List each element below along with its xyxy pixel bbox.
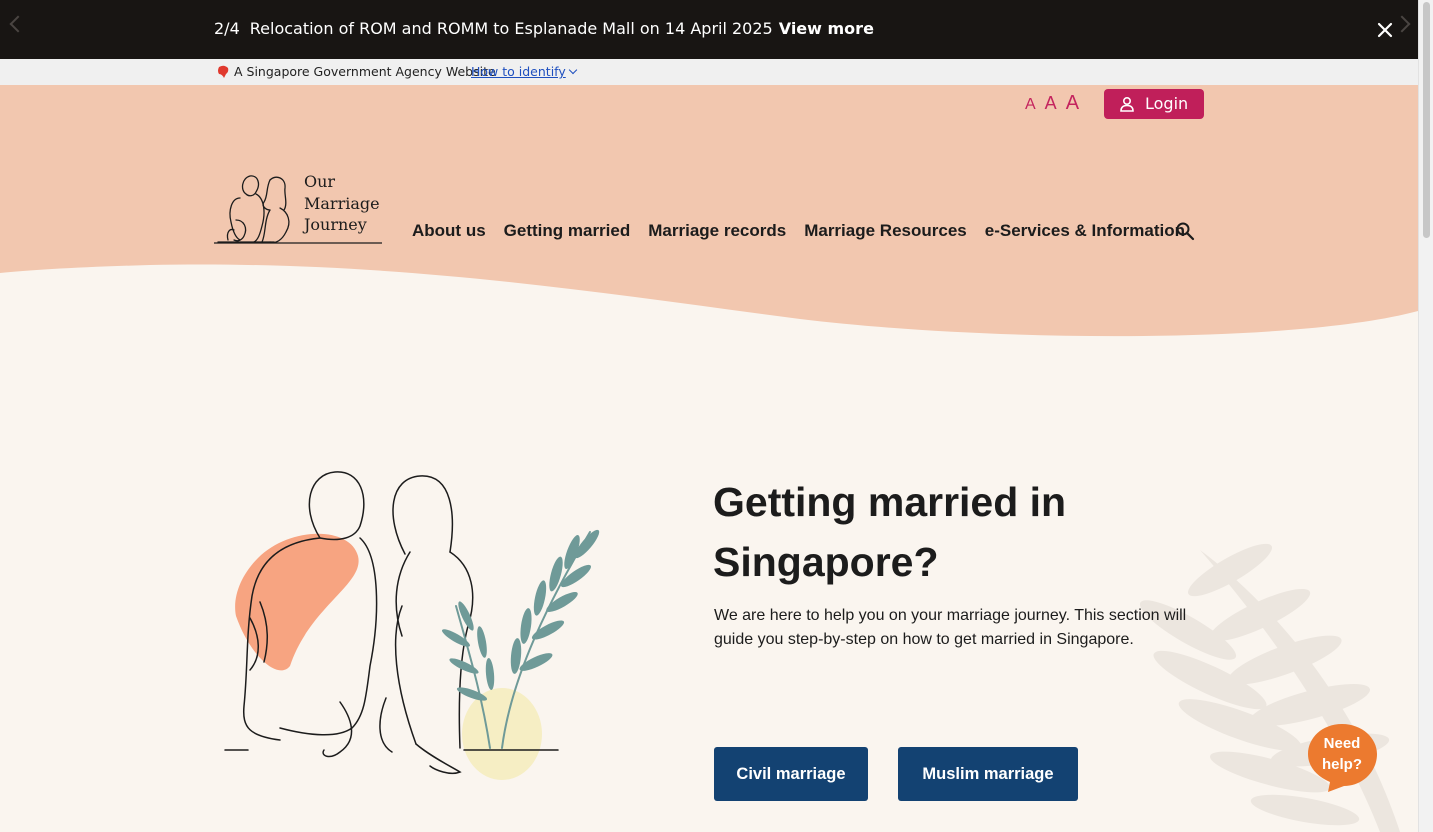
font-size-medium[interactable]: A xyxy=(1045,93,1057,114)
scrollbar-thumb[interactable] xyxy=(1423,2,1430,238)
login-label: Login xyxy=(1145,94,1189,113)
announcement-counter: 2/4 xyxy=(214,19,240,38)
header-wave-background xyxy=(0,85,1418,337)
site-logo[interactable]: Our Marriage Journey xyxy=(214,170,386,250)
announcement-bar: 2/4 Relocation of ROM and ROMM to Esplana… xyxy=(0,0,1433,59)
page-scrollbar[interactable] xyxy=(1418,0,1433,832)
font-size-controls: AAA xyxy=(1025,92,1088,115)
need-help-button[interactable]: Need help? xyxy=(1306,722,1380,794)
muslim-marriage-button[interactable]: Muslim marriage xyxy=(898,747,1078,801)
logo-underline xyxy=(214,242,382,244)
nav-marriage-records[interactable]: Marriage records xyxy=(648,219,786,243)
need-help-label: Need help? xyxy=(1322,735,1362,773)
font-size-small[interactable]: A xyxy=(1025,96,1036,114)
announcement-message: 2/4 Relocation of ROM and ROMM to Esplana… xyxy=(214,18,874,40)
user-icon xyxy=(1120,96,1134,112)
logo-line-1: Our xyxy=(304,172,336,191)
search-icon[interactable] xyxy=(1175,221,1195,241)
font-size-large[interactable]: A xyxy=(1066,92,1079,115)
how-to-identify-link[interactable]: How to identify xyxy=(471,59,577,85)
chevron-down-icon xyxy=(568,65,577,75)
hero-description: We are here to help you on your marriage… xyxy=(714,607,1187,648)
couple-illustration xyxy=(224,471,600,780)
nav-e-services-information[interactable]: e-Services & Information xyxy=(985,219,1185,243)
civil-marriage-button[interactable]: Civil marriage xyxy=(714,747,868,801)
view-more-link[interactable]: View more xyxy=(779,19,874,38)
couple-logo-icon xyxy=(217,175,290,244)
chevron-right-icon[interactable] xyxy=(1393,15,1411,33)
close-icon[interactable] xyxy=(1374,19,1396,41)
gov-masthead: A Singapore Government Agency Website Ho… xyxy=(0,59,1418,85)
nav-getting-married[interactable]: Getting married xyxy=(504,219,631,243)
hero-title: Getting married in Singapore? xyxy=(713,479,1067,585)
nav-about-us[interactable]: About us xyxy=(412,219,486,243)
how-to-identify-label: How to identify xyxy=(471,64,566,79)
logo-line-3: Journey xyxy=(304,215,367,234)
nav-marriage-resources[interactable]: Marriage Resources xyxy=(804,219,967,243)
logo-line-2: Marriage xyxy=(304,193,380,213)
gov-agency-text: A Singapore Government Agency Website xyxy=(234,64,496,79)
announcement-text: Relocation of ROM and ROMM to Esplanade … xyxy=(249,19,773,38)
logo-text: Our Marriage Journey xyxy=(304,171,380,236)
login-button[interactable]: Login xyxy=(1104,89,1204,119)
lion-head-icon xyxy=(218,65,229,78)
main-nav: About us Getting married Marriage records M… xyxy=(412,219,1203,243)
chevron-left-icon[interactable] xyxy=(9,15,27,33)
